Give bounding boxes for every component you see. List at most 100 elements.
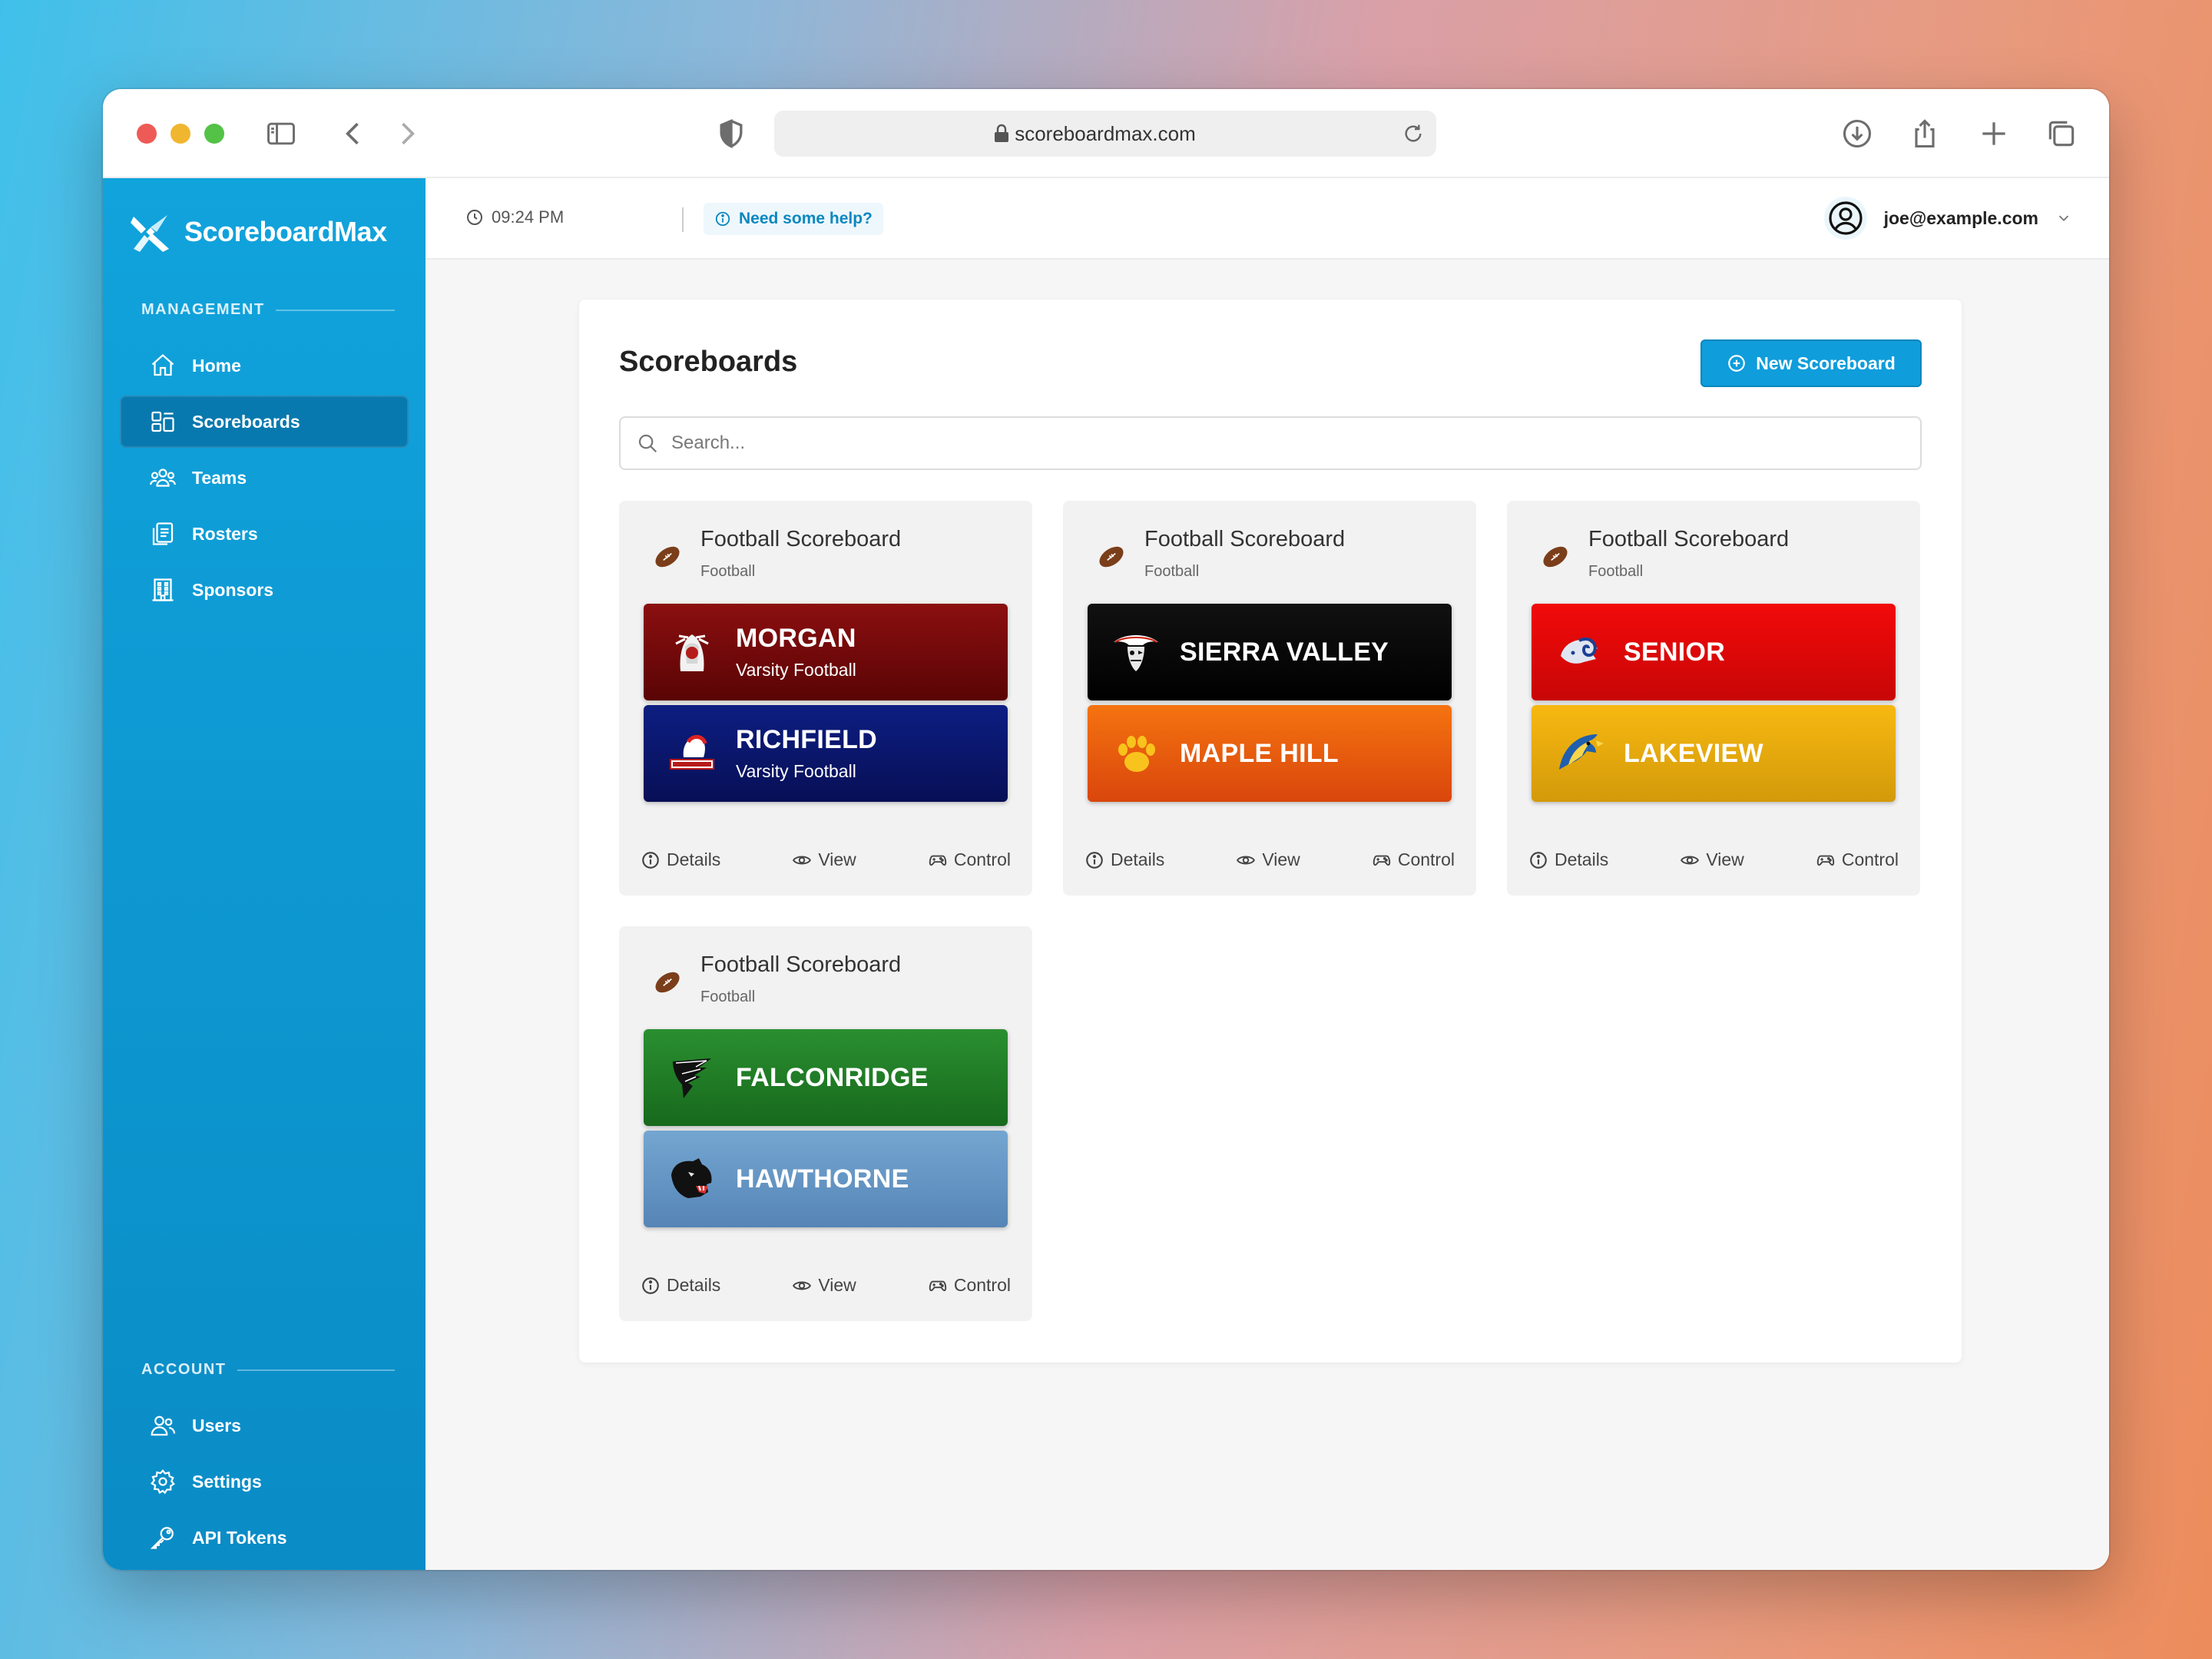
info-icon (1530, 851, 1547, 869)
sidebar-item-label: Scoreboards (192, 411, 300, 432)
gamepad-icon (929, 1280, 946, 1291)
team-banner-morgan[interactable]: MORGAN Varsity Football (644, 604, 1008, 700)
sidebar-item-label: Settings (192, 1471, 262, 1492)
sidebar-toggle-icon[interactable] (264, 117, 298, 151)
sidebar-item-rosters[interactable]: Rosters (120, 508, 409, 560)
eagle-mascot-icon (1559, 734, 1604, 770)
reload-icon[interactable] (1401, 121, 1426, 146)
account-label-text: ACCOUNT (141, 1361, 227, 1378)
sidebar: ScoreboardMax MANAGEMENT Home Scoreboard… (103, 178, 426, 1570)
close-window-button[interactable] (137, 124, 157, 144)
divider (237, 1369, 395, 1371)
view-button[interactable]: View (792, 1275, 856, 1296)
scoreboard-card[interactable]: Football Scoreboard Football MORGAN Vars… (619, 501, 1032, 896)
tab-overview-icon[interactable] (2045, 117, 2078, 151)
back-icon[interactable] (336, 117, 370, 151)
team-subtitle: Varsity Football (736, 761, 856, 781)
top-bar: 09:24 PM Need some help? joe@example.com (426, 178, 2109, 260)
details-button[interactable]: Details (641, 849, 720, 870)
sidebar-item-sponsors[interactable]: Sponsors (120, 564, 409, 616)
sidebar-item-home[interactable]: Home (120, 339, 409, 392)
view-label: View (1706, 849, 1744, 869)
new-scoreboard-button[interactable]: New Scoreboard (1700, 339, 1922, 387)
team-banner-hawthorne[interactable]: HAWTHORNE (644, 1131, 1008, 1227)
scoreboards-icon (149, 408, 177, 435)
view-button[interactable]: View (1680, 849, 1744, 870)
search-box[interactable] (619, 416, 1922, 470)
plus-circle-icon (1728, 355, 1746, 372)
scoreboard-card[interactable]: Football Scoreboard Football SIERRA VALL… (1063, 501, 1476, 896)
view-label: View (1262, 849, 1300, 869)
ram-mascot-icon (1561, 637, 1598, 664)
details-button[interactable]: Details (641, 1275, 720, 1296)
details-button[interactable]: Details (1528, 849, 1608, 870)
management-section-label: MANAGEMENT (141, 301, 395, 319)
downloads-icon[interactable] (1840, 117, 1874, 151)
clock-icon (467, 210, 482, 225)
sidebar-item-settings[interactable]: Settings (120, 1455, 409, 1508)
view-button[interactable]: View (792, 849, 856, 870)
chevron-down-icon (2058, 215, 2069, 222)
key-icon (149, 1524, 177, 1551)
new-tab-icon[interactable] (1977, 117, 2011, 151)
team-banner-maple-hill[interactable]: MAPLE HILL (1088, 705, 1452, 802)
management-label-text: MANAGEMENT (141, 301, 265, 318)
minimize-window-button[interactable] (171, 124, 190, 144)
scoreboards-panel: Scoreboards New Scoreboard Football Scor… (579, 300, 1962, 1363)
sidebar-item-label: Home (192, 355, 241, 376)
info-icon (1086, 851, 1103, 869)
user-avatar-icon (1828, 201, 1863, 235)
football-icon (1099, 546, 1124, 568)
card-actions: Details View Control (641, 849, 1011, 870)
details-button[interactable]: Details (1084, 849, 1164, 870)
browser-window: scoreboardmax.com ScoreboardMax MANAGEME… (103, 89, 2109, 1570)
eye-icon (1237, 856, 1256, 864)
team-name: HAWTHORNE (736, 1164, 909, 1194)
team-banner-lakeview[interactable]: LAKEVIEW (1532, 705, 1896, 802)
team-banner-richfield[interactable]: RICHFIELD Varsity Football (644, 705, 1008, 802)
users-icon (149, 1412, 177, 1439)
eye-icon (793, 856, 812, 864)
address-bar[interactable]: scoreboardmax.com (774, 111, 1436, 157)
pirate-mascot-icon (1114, 635, 1158, 671)
team-banner-senior[interactable]: SENIOR (1532, 604, 1896, 700)
control-button[interactable]: Control (928, 849, 1011, 870)
scoreboard-card[interactable]: Football Scoreboard Football SENIOR LAKE… (1507, 501, 1920, 896)
scoreboard-card[interactable]: Football Scoreboard Football FALCONRIDGE… (619, 926, 1032, 1321)
share-icon[interactable] (1908, 117, 1942, 151)
divider (275, 309, 395, 311)
spartan-mascot-icon (670, 735, 714, 770)
details-label: Details (667, 1275, 721, 1295)
user-menu[interactable]: joe@example.com (1823, 197, 2072, 240)
sidebar-item-users[interactable]: Users (120, 1399, 409, 1452)
new-scoreboard-label: New Scoreboard (1756, 353, 1896, 373)
main-content: Scoreboards New Scoreboard Football Scor… (426, 260, 2109, 1570)
control-label: Control (1397, 849, 1455, 869)
sidebar-item-scoreboards[interactable]: Scoreboards (120, 396, 409, 448)
info-icon (715, 211, 730, 227)
football-icon (1543, 546, 1568, 568)
gamepad-icon (1816, 855, 1834, 866)
gamepad-icon (1373, 855, 1390, 866)
control-button[interactable]: Control (928, 1275, 1011, 1296)
control-button[interactable]: Control (1816, 849, 1899, 870)
help-link[interactable]: Need some help? (704, 203, 883, 235)
search-input[interactable] (671, 432, 1823, 454)
sidebar-item-api-tokens[interactable]: API Tokens (120, 1512, 409, 1564)
maximize-window-button[interactable] (204, 124, 224, 144)
view-button[interactable]: View (1236, 849, 1300, 870)
team-name: MAPLE HILL (1180, 738, 1339, 768)
privacy-shield-icon[interactable] (714, 117, 748, 151)
sidebar-item-teams[interactable]: Teams (120, 452, 409, 504)
team-banner-falconridge[interactable]: FALCONRIDGE (644, 1029, 1008, 1126)
app-logo[interactable]: ScoreboardMax (129, 209, 387, 255)
eye-icon (1681, 856, 1700, 864)
browser-toolbar: scoreboardmax.com (103, 89, 2109, 178)
control-label: Control (953, 1275, 1011, 1295)
team-banner-sierra-valley[interactable]: SIERRA VALLEY (1088, 604, 1452, 700)
control-button[interactable]: Control (1372, 849, 1455, 870)
forward-icon[interactable] (390, 117, 424, 151)
sidebar-item-label: API Tokens (192, 1527, 287, 1548)
card-actions: Details View Control (1528, 849, 1899, 870)
team-name: SENIOR (1624, 637, 1726, 667)
